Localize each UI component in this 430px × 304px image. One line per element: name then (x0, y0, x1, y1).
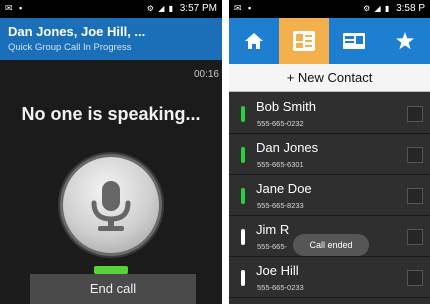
status-bar: ✉ ▪ ⚙ ◢ ▮ 3:57 PM (0, 0, 222, 18)
call-status-text: Quick Group Call In Progress (8, 42, 132, 53)
presence-indicator (241, 188, 245, 204)
home-icon (245, 33, 263, 49)
status-time: 3:58 P (396, 3, 425, 14)
notification-icons: ✉ ▪ (5, 3, 25, 13)
contact-checkbox[interactable] (407, 106, 423, 122)
contact-row[interactable]: Joe Hill 555-665-0233 (229, 258, 430, 298)
contact-row[interactable]: Bob Smith 555-665-0232 (229, 94, 430, 134)
contact-row[interactable]: Jane Doe 555-665-8233 (229, 176, 430, 216)
presence-indicator (241, 106, 245, 122)
contact-name: Jane Doe (256, 181, 312, 196)
call-header: Dan Jones, Joe Hill, ... Quick Group Cal… (0, 18, 222, 60)
call-timer: 00:16 (193, 69, 219, 80)
contact-name: Bob Smith (256, 99, 316, 114)
tab-favorites[interactable] (380, 18, 430, 64)
star-icon (396, 32, 414, 50)
contact-row[interactable]: Dan Jones 555-665-6301 (229, 135, 430, 175)
end-call-button[interactable]: End call (30, 274, 196, 304)
contact-checkbox[interactable] (407, 229, 423, 245)
tab-home[interactable] (229, 18, 279, 64)
contact-name: Joe Hill (256, 263, 299, 278)
speaking-status: No one is speaking... (21, 104, 201, 124)
signal-icons: ⚙ ◢ ▮ (146, 4, 174, 13)
presence-indicator (241, 229, 245, 245)
contact-card-icon (343, 33, 365, 49)
contact-checkbox[interactable] (407, 147, 423, 163)
push-to-talk-button[interactable] (60, 154, 162, 256)
new-contact-button[interactable]: + New Contact (229, 64, 430, 92)
status-time: 3:57 PM (179, 3, 217, 14)
contact-name: Jim R (256, 222, 290, 237)
tab-contacts[interactable] (279, 18, 329, 64)
signal-icons: ⚙ ◢ ▮ (363, 4, 391, 13)
presence-indicator (241, 270, 245, 286)
status-bar: ✉ ▪ ⚙ ◢ ▮ 3:58 P (229, 0, 430, 18)
contacts-icon (293, 31, 315, 51)
microphone-icon (91, 181, 131, 231)
contact-phone: 555-665-0232 (257, 119, 304, 128)
contact-phone: 555-665-0233 (257, 283, 304, 292)
quick-group-call-screen: ✉ ▪ ⚙ ◢ ▮ 3:57 PM Dan Jones, Joe Hill, .… (0, 0, 222, 304)
mic-level-indicator (94, 266, 128, 274)
tab-contact-card[interactable] (329, 18, 379, 64)
contact-name: Dan Jones (256, 140, 319, 155)
presence-indicator (241, 147, 245, 163)
contact-phone: 555-665-8233 (257, 201, 304, 210)
contact-checkbox[interactable] (407, 188, 423, 204)
tab-bar (229, 18, 430, 64)
contact-phone: 555-665-6301 (257, 160, 304, 169)
contact-phone: 555-665- (257, 242, 288, 251)
notification-icons: ✉ ▪ (234, 3, 254, 13)
contact-checkbox[interactable] (407, 270, 423, 286)
contacts-screen: ✉ ▪ ⚙ ◢ ▮ 3:58 P + New Contact Bob Smith… (229, 0, 430, 304)
call-ended-toast: Call ended (293, 234, 369, 256)
call-participants: Dan Jones, Joe Hill, ... (8, 24, 146, 39)
